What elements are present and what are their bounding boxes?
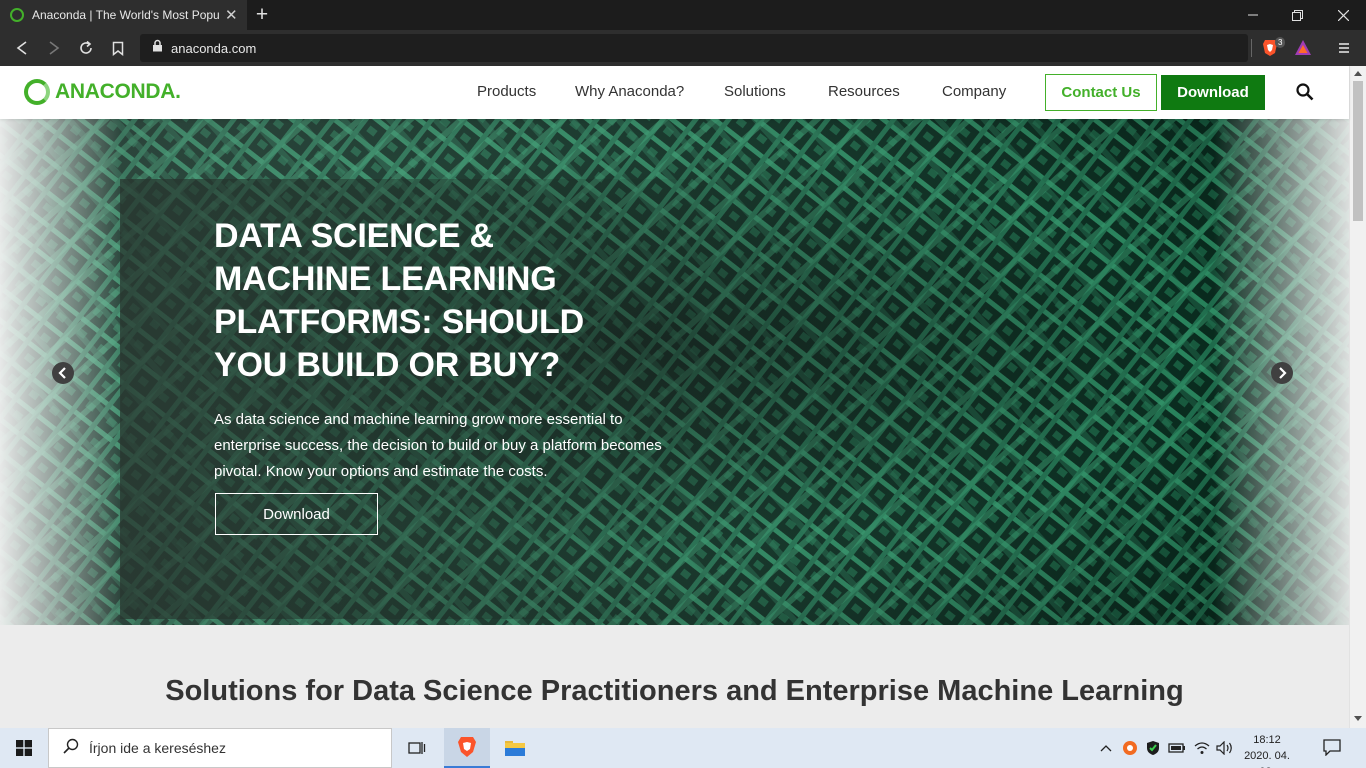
site-header: ANACONDA. Products Why Anaconda? Solutio…: [0, 66, 1349, 119]
url-text: anaconda.com: [171, 40, 257, 56]
nav-why-anaconda[interactable]: Why Anaconda?: [575, 83, 684, 100]
contact-us-button[interactable]: Contact Us: [1045, 74, 1157, 111]
search-icon[interactable]: [1296, 83, 1314, 101]
anaconda-favicon: [10, 8, 24, 22]
hero-background-image: [0, 119, 1349, 625]
anaconda-logo[interactable]: ANACONDA.: [24, 79, 181, 105]
brave-rewards-icon[interactable]: [1294, 39, 1312, 57]
avast-icon[interactable]: [1121, 739, 1139, 757]
notification-icon[interactable]: [1322, 738, 1344, 758]
lock-icon: [152, 39, 163, 57]
solutions-heading: Solutions for Data Science Practitioners…: [165, 675, 1184, 707]
chevron-left-icon: [58, 367, 66, 379]
file-explorer-icon[interactable]: [492, 728, 538, 768]
taskbar-search-placeholder: Írjon ide a kereséshez: [89, 740, 226, 756]
back-icon[interactable]: [7, 30, 37, 66]
hero-download-button[interactable]: Download: [215, 493, 378, 535]
carousel-prev-button[interactable]: [52, 362, 74, 384]
volume-icon[interactable]: [1216, 739, 1234, 757]
scroll-up-icon[interactable]: [1354, 71, 1362, 76]
search-icon: [63, 738, 79, 759]
hero-carousel: DATA SCIENCE & MACHINE LEARNING PLATFORM…: [0, 119, 1349, 625]
chevron-right-icon: [1279, 367, 1287, 379]
plus-icon[interactable]: +: [252, 3, 272, 27]
menu-icon[interactable]: [1334, 39, 1354, 57]
bookmark-icon[interactable]: [103, 30, 133, 66]
web-page: ANACONDA. Products Why Anaconda? Solutio…: [0, 66, 1366, 728]
browser-tab[interactable]: Anaconda | The World's Most Popular Data…: [0, 0, 247, 30]
shields-badge: 3: [1275, 37, 1286, 48]
nav-solutions[interactable]: Solutions: [724, 83, 786, 100]
restore-icon[interactable]: [1274, 0, 1320, 30]
battery-icon[interactable]: [1168, 739, 1186, 757]
taskbar-clock[interactable]: 18:12 2020. 04. 02.: [1240, 732, 1294, 768]
toolbar-divider: [1251, 39, 1252, 57]
brave-taskbar-icon[interactable]: [444, 728, 490, 768]
logo-text: ANACONDA.: [55, 80, 181, 103]
nav-resources[interactable]: Resources: [828, 83, 900, 100]
page-scrollbar[interactable]: [1349, 66, 1366, 728]
browser-toolbar: anaconda.com 3: [0, 30, 1366, 66]
taskbar-search-box[interactable]: Írjon ide a kereséshez: [48, 728, 392, 768]
forward-icon[interactable]: [39, 30, 69, 66]
wifi-icon[interactable]: [1193, 739, 1211, 757]
anaconda-logo-mark-icon: [24, 79, 50, 105]
hero-description: As data science and machine learning gro…: [214, 411, 662, 480]
chevron-up-icon[interactable]: [1097, 739, 1115, 757]
security-shield-icon[interactable]: [1144, 739, 1162, 757]
windows-taskbar: Írjon ide a kereséshez 18:12 2020. 04. 0…: [0, 728, 1366, 768]
scroll-down-icon[interactable]: [1354, 716, 1362, 721]
hero-title: DATA SCIENCE & MACHINE LEARNING PLATFORM…: [214, 217, 584, 384]
window-close-icon[interactable]: [1320, 0, 1366, 30]
close-icon[interactable]: ✕: [224, 6, 239, 24]
clock-time: 18:12: [1253, 734, 1281, 746]
nav-company[interactable]: Company: [942, 83, 1006, 100]
carousel-next-button[interactable]: [1271, 362, 1293, 384]
scroll-thumb[interactable]: [1353, 81, 1363, 221]
windows-start-icon[interactable]: [0, 728, 48, 768]
tab-title: Anaconda | The World's Most Popular Data…: [32, 8, 220, 22]
nav-products[interactable]: Products: [477, 83, 536, 100]
clock-date: 2020. 04. 02.: [1244, 750, 1290, 768]
browser-tab-strip: Anaconda | The World's Most Popular Data…: [0, 0, 1366, 30]
reload-icon[interactable]: [71, 30, 101, 66]
minimize-icon[interactable]: [1230, 0, 1276, 30]
address-bar[interactable]: anaconda.com: [140, 34, 1248, 62]
header-download-button[interactable]: Download: [1161, 75, 1265, 110]
task-view-icon[interactable]: [394, 728, 440, 768]
